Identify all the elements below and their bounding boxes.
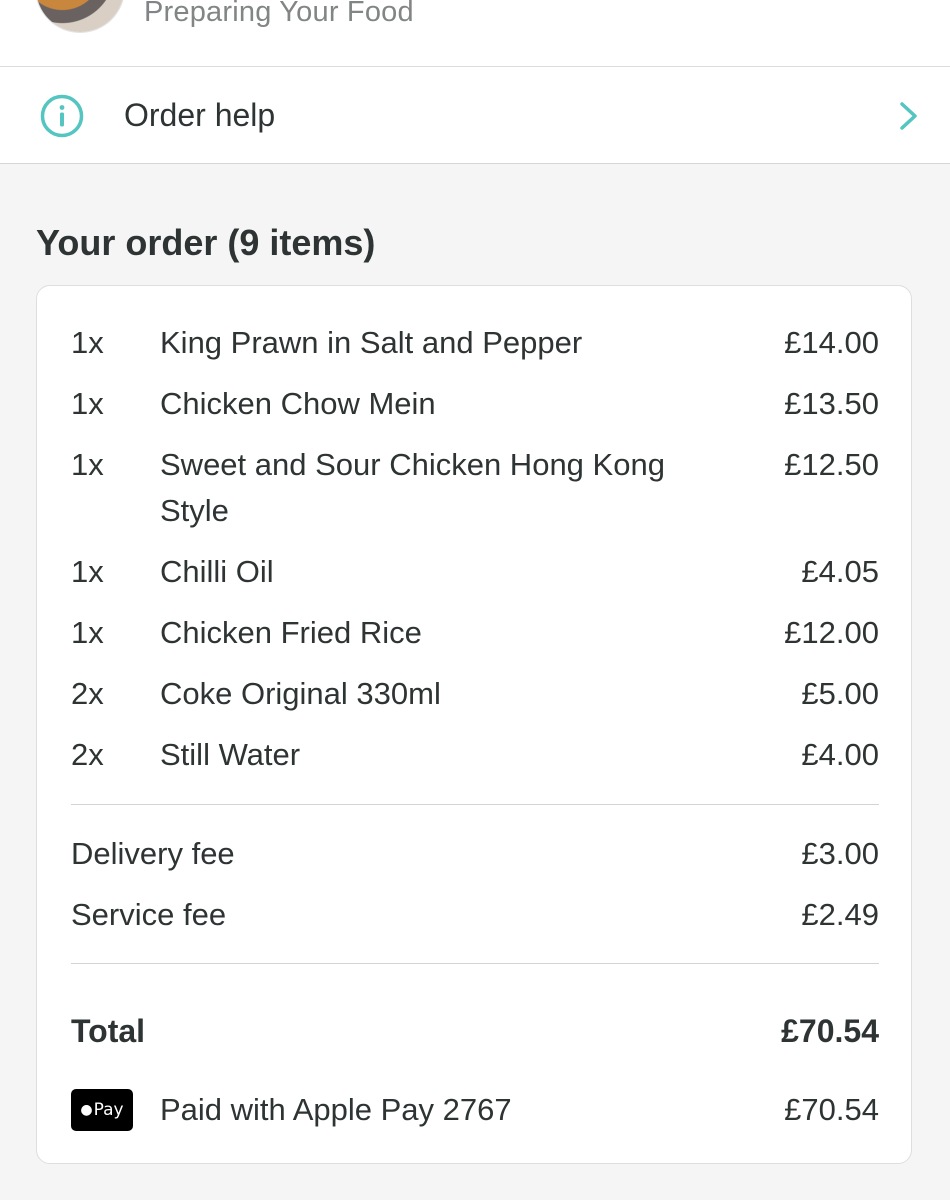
item-quantity: 1x	[71, 615, 104, 650]
order-item: 2x Coke Original 330ml £5.00	[71, 671, 879, 717]
item-name: Coke Original 330ml	[160, 676, 441, 711]
item-name: King Prawn in Salt and Pepper	[160, 325, 583, 360]
order-title: Your order (9 items)	[36, 222, 376, 263]
payment-label: Paid with Apple Pay 2767	[160, 1092, 512, 1127]
order-help-row[interactable]: Order help	[0, 67, 950, 164]
order-item: 1x Sweet and Sour Chicken Hong Kong Styl…	[71, 442, 879, 534]
payment-row: ● Pay Paid with Apple Pay 2767 £70.54	[71, 1087, 879, 1133]
total-amount: £70.54	[781, 1013, 879, 1049]
order-help-label: Order help	[124, 97, 276, 133]
total-row: Total £70.54	[71, 1008, 879, 1054]
apple-logo-icon: ●	[80, 1102, 93, 1118]
payment-amount: £70.54	[784, 1092, 879, 1127]
item-price: £4.00	[801, 737, 879, 772]
delivery-fee-row: Delivery fee £3.00	[71, 831, 879, 877]
order-status-header: Preparing Your Food	[0, 0, 950, 67]
order-item: 2x Still Water £4.00	[71, 732, 879, 778]
item-name: Chicken Fried Rice	[160, 615, 422, 650]
item-quantity: 1x	[71, 554, 104, 589]
item-price: £13.50	[784, 386, 879, 421]
item-name: Still Water	[160, 737, 301, 772]
order-item: 1x Chilli Oil £4.05	[71, 549, 879, 595]
item-name: Chilli Oil	[160, 554, 274, 589]
info-icon	[40, 94, 84, 138]
item-price: £5.00	[801, 676, 879, 711]
order-item: 1x Chicken Chow Mein £13.50	[71, 381, 879, 427]
chevron-right-icon	[900, 102, 917, 130]
pay-badge-text: Pay	[93, 1100, 124, 1120]
apple-pay-badge: ● Pay	[71, 1089, 133, 1131]
order-summary-card: 1x King Prawn in Salt and Pepper £14.00 …	[36, 285, 912, 1164]
fee-label: Service fee	[71, 897, 227, 932]
restaurant-avatar	[36, 0, 124, 32]
items-divider	[71, 804, 879, 805]
item-price: £14.00	[784, 325, 879, 360]
order-item: 1x King Prawn in Salt and Pepper £14.00	[71, 320, 879, 366]
service-fee-row: Service fee £2.49	[71, 892, 879, 938]
item-price: £4.05	[801, 554, 879, 589]
item-name: Chicken Chow Mein	[160, 386, 436, 421]
item-quantity: 1x	[71, 325, 104, 360]
fees-divider	[71, 963, 879, 964]
item-name: Sweet and Sour Chicken Hong Kong Style	[160, 447, 665, 528]
item-quantity: 2x	[71, 676, 104, 711]
item-price: £12.50	[784, 447, 879, 482]
item-quantity: 1x	[71, 386, 104, 421]
total-label: Total	[71, 1013, 146, 1049]
fee-amount: £2.49	[801, 897, 879, 932]
order-status-text: Preparing Your Food	[144, 0, 414, 28]
item-quantity: 1x	[71, 447, 104, 482]
order-item: 1x Chicken Fried Rice £12.00	[71, 610, 879, 656]
order-items-list: 1x King Prawn in Salt and Pepper £14.00 …	[71, 320, 879, 793]
fee-label: Delivery fee	[71, 836, 235, 871]
fee-amount: £3.00	[801, 836, 879, 871]
item-price: £12.00	[784, 615, 879, 650]
item-quantity: 2x	[71, 737, 104, 772]
